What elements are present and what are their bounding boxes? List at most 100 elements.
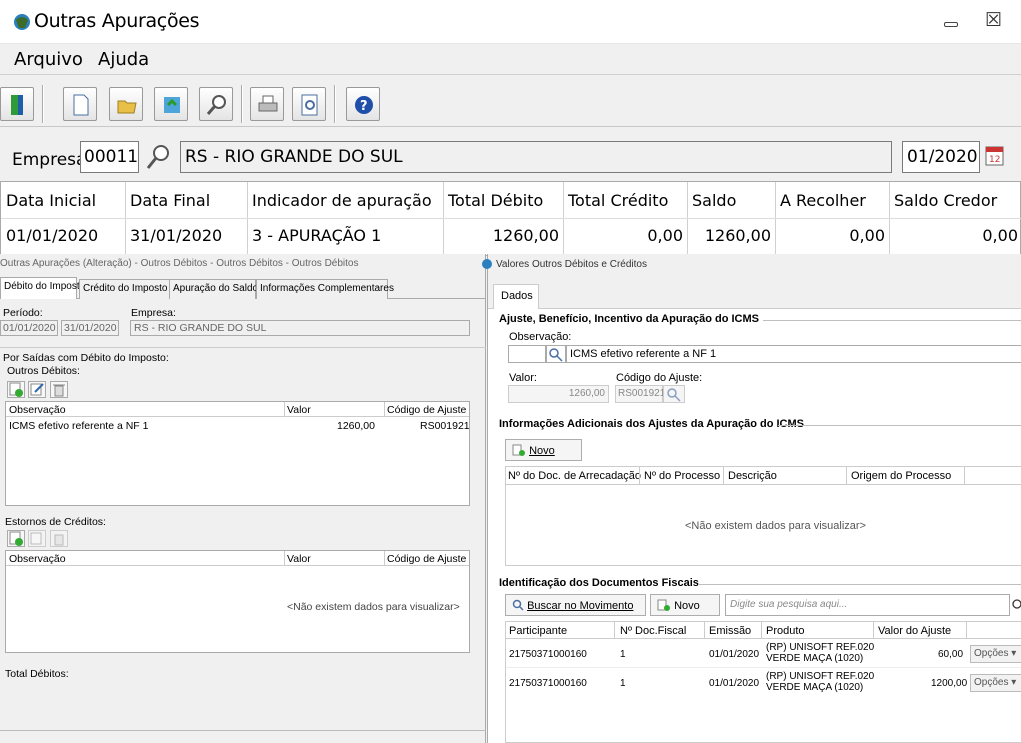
svg-text:?: ? (360, 99, 368, 114)
add-estorno-button[interactable] (7, 530, 25, 547)
help-icon: ? (355, 96, 373, 114)
table-row[interactable]: 21750371000160 1 01/01/2020 (RP) UNISOFT… (506, 640, 1021, 668)
cell-valor: 1200,00 (931, 678, 968, 689)
search-icon[interactable] (1010, 598, 1021, 612)
calendar-icon[interactable]: 12 (985, 145, 1005, 167)
open-button[interactable] (109, 87, 143, 121)
observacao-search-button[interactable] (546, 345, 566, 363)
valor-label: Valor: (509, 372, 537, 384)
periodo-final-field: 31/01/2020 (61, 320, 119, 336)
empresa-row: Empresa 00011 RS - RIO GRANDE DO SUL 01/… (0, 126, 1021, 181)
col-observacao: Observação (9, 404, 66, 416)
add-icon (512, 444, 525, 456)
tab-dados[interactable]: Dados (493, 284, 539, 309)
grid-cell-4[interactable]: 0,00 (563, 226, 683, 245)
search-icon[interactable] (145, 143, 171, 171)
grid-header-1[interactable]: Data Final (130, 191, 210, 210)
grid-cell-5[interactable]: 1260,00 (687, 226, 771, 245)
valor-field: 1260,00 (508, 385, 609, 403)
table-row[interactable]: 21750371000160 1 01/01/2020 (RP) UNISOFT… (506, 669, 1021, 697)
new-button[interactable] (63, 87, 97, 121)
toolbar: ? (0, 74, 1021, 126)
tab-informacoes-complementares[interactable]: Informações Complementares (256, 279, 394, 299)
estornos-grid: Observação Valor Código de Ajuste <Não e… (5, 550, 470, 653)
periodo-inicial-field: 01/01/2020 (0, 320, 58, 336)
edit-icon (30, 532, 42, 545)
grid-cell-1[interactable]: 31/01/2020 (130, 226, 222, 245)
right-panel-title: Valores Outros Débitos e Créditos (496, 259, 647, 270)
novo-documento-button[interactable]: Novo (650, 594, 720, 616)
title-bar: Outras Apurações (0, 0, 1021, 44)
observacao-code-input[interactable] (508, 345, 546, 363)
grid-cell-6[interactable]: 0,00 (775, 226, 885, 245)
grid-header-4[interactable]: Total Crédito (568, 191, 668, 210)
edit-icon (30, 383, 44, 396)
grid-header-0[interactable]: Data Inicial (6, 191, 96, 210)
empty-message: <Não existem dados para visualizar> (287, 601, 460, 613)
close-button[interactable]: ☒ (985, 9, 1002, 32)
row-valor: 1260,00 (337, 420, 375, 432)
exit-icon (11, 95, 23, 115)
help-button[interactable]: ? (346, 87, 380, 121)
add-icon (9, 531, 23, 546)
minimize-button[interactable] (944, 22, 958, 27)
search-icon (206, 95, 226, 115)
print-button[interactable] (250, 87, 284, 121)
grid-cell-3[interactable]: 1260,00 (443, 226, 559, 245)
col-doc-fiscal: Nº Doc.Fiscal (620, 625, 687, 637)
documentos-search-input[interactable]: Digite sua pesquisa aqui... (725, 594, 1010, 616)
grid-header-6[interactable]: A Recolher (780, 191, 866, 210)
grid-cell-2[interactable]: 3 - APURAÇÃO 1 (252, 226, 381, 245)
codigo-ajuste-label: Código do Ajuste: (616, 372, 703, 384)
valores-panel: Valores Outros Débitos e Créditos Dados … (482, 254, 1021, 743)
cell-doc: 1 (620, 649, 626, 660)
grid-header-7[interactable]: Saldo Credor (894, 191, 997, 210)
empresa-code-input[interactable]: 00011 (80, 141, 139, 173)
menu-arquivo[interactable]: Arquivo (14, 49, 83, 70)
grid-cell-7[interactable]: 0,00 (889, 226, 1018, 245)
total-debitos-label: Total Débitos: (5, 668, 69, 680)
novo-ajuste-button[interactable]: Novo (505, 439, 582, 461)
cell-emissao: 01/01/2020 (709, 649, 760, 660)
observacao-text-field[interactable]: ICMS efetivo referente a NF 1 (566, 345, 1021, 363)
observacao-label: Observação: (509, 331, 572, 343)
tab-apuracao-saldo[interactable]: Apuração do Saldo (169, 279, 258, 299)
edit-estorno-button[interactable] (28, 530, 46, 547)
outros-debitos-grid: Observação Valor Código de Ajuste ICMS e… (5, 401, 470, 506)
section-informacoes-title: Informações Adicionais dos Ajustes da Ap… (499, 418, 805, 430)
exit-button[interactable] (0, 87, 34, 121)
tab-credito-imposto[interactable]: Crédito do Imposto (79, 279, 171, 299)
buscar-movimento-button[interactable]: Buscar no Movimento (505, 594, 646, 616)
col-codigo-ajuste: Código de Ajuste (387, 553, 467, 565)
cell-doc: 1 (620, 678, 626, 689)
window-title: Outras Apurações (34, 10, 200, 32)
apuracoes-grid: Data Inicial 01/01/2020 Data Final 31/01/20… (0, 181, 1021, 257)
col-emissao: Emissão (709, 625, 752, 637)
opcoes-button[interactable]: Opções ▾ (970, 674, 1021, 692)
refresh-button[interactable] (154, 87, 188, 121)
preview-button[interactable] (292, 87, 326, 121)
delete-estorno-button[interactable] (50, 530, 68, 547)
outros-debitos-label: Outros Débitos: (7, 365, 80, 377)
grid-header-3[interactable]: Total Débito (448, 191, 543, 210)
period-input[interactable]: 01/2020 (902, 141, 980, 173)
row-observacao: ICMS efetivo referente a NF 1 (9, 420, 149, 432)
col-descricao: Descrição (728, 470, 777, 482)
grid-header-2[interactable]: Indicador de apuração (252, 191, 432, 210)
opcoes-button[interactable]: Opções ▾ (970, 645, 1021, 663)
codigo-search-button[interactable] (663, 385, 685, 403)
add-debito-button[interactable] (7, 381, 25, 398)
col-produto: Produto (766, 625, 805, 637)
trash-icon (54, 534, 64, 546)
tab-debito-imposto[interactable]: Débito do Imposto (0, 277, 85, 299)
search-icon (512, 599, 524, 611)
edit-debito-button[interactable] (28, 381, 46, 398)
delete-debito-button[interactable] (50, 381, 68, 398)
grid-header-5[interactable]: Saldo (692, 191, 736, 210)
open-icon (117, 100, 137, 114)
search-button[interactable] (199, 87, 233, 121)
grid-cell-0[interactable]: 01/01/2020 (6, 226, 98, 245)
menu-ajuda[interactable]: Ajuda (98, 49, 149, 70)
trash-icon (53, 384, 65, 397)
cell-participante: 21750371000160 (509, 678, 587, 689)
